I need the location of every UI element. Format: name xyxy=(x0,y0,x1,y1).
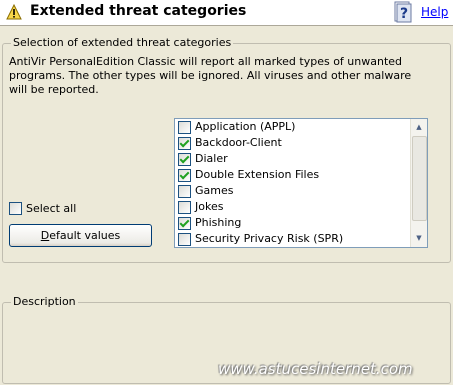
list-item[interactable]: Jokes xyxy=(175,199,410,215)
watermark: www.astucesinternet.com xyxy=(218,360,413,378)
checkbox[interactable] xyxy=(178,185,191,198)
scroll-up-arrow-icon[interactable]: ▲ xyxy=(411,119,427,136)
warning-icon xyxy=(6,4,22,20)
header-bar: Extended threat categories ? Help xyxy=(0,0,453,26)
scroll-down-arrow-icon[interactable]: ▼ xyxy=(411,230,427,247)
checkbox[interactable] xyxy=(178,137,191,150)
checkbox[interactable] xyxy=(178,169,191,182)
default-values-button[interactable]: Default values xyxy=(9,224,152,247)
default-values-label: Default values xyxy=(40,229,121,242)
list-item[interactable]: Phishing xyxy=(175,215,410,231)
threat-category-items: Application (APPL) Backdoor-Client Diale… xyxy=(175,119,410,247)
list-item[interactable]: Application (APPL) xyxy=(175,119,410,135)
checkbox[interactable] xyxy=(178,217,191,230)
help-link[interactable]: Help xyxy=(421,5,448,19)
list-item[interactable]: Backdoor-Client xyxy=(175,135,410,151)
page-title: Extended threat categories xyxy=(30,3,247,19)
list-item-label: Application (APPL) xyxy=(195,120,296,133)
select-all-label: Select all xyxy=(26,202,77,215)
list-item-label: Security Privacy Risk (SPR) xyxy=(195,232,344,245)
checkbox[interactable] xyxy=(178,233,191,246)
list-item[interactable]: Double Extension Files xyxy=(175,167,410,183)
checkbox[interactable] xyxy=(178,153,191,166)
list-item[interactable]: Security Privacy Risk (SPR) xyxy=(175,231,410,247)
checkbox[interactable] xyxy=(178,121,191,134)
selection-description: AntiVir PersonalEdition Classic will rep… xyxy=(9,55,412,96)
help-question-icon[interactable]: ? xyxy=(393,1,415,23)
threat-category-list[interactable]: Application (APPL) Backdoor-Client Diale… xyxy=(174,118,428,248)
list-item-label: Dialer xyxy=(195,152,228,165)
list-item-label: Games xyxy=(195,184,234,197)
list-item[interactable]: Dialer xyxy=(175,151,410,167)
list-item-label: Phishing xyxy=(195,216,242,229)
scrollbar-thumb[interactable] xyxy=(412,136,427,221)
list-item-label: Backdoor-Client xyxy=(195,136,282,149)
list-scrollbar[interactable]: ▲ ▼ xyxy=(410,119,427,247)
selection-group-legend: Selection of extended threat categories xyxy=(11,36,234,49)
list-item-label: Double Extension Files xyxy=(195,168,320,181)
svg-text:?: ? xyxy=(400,6,408,22)
checkbox[interactable] xyxy=(9,202,22,215)
description-group-legend: Description xyxy=(11,295,78,308)
list-item[interactable]: Games xyxy=(175,183,410,199)
checkbox[interactable] xyxy=(178,201,191,214)
list-item-label: Jokes xyxy=(195,200,224,213)
